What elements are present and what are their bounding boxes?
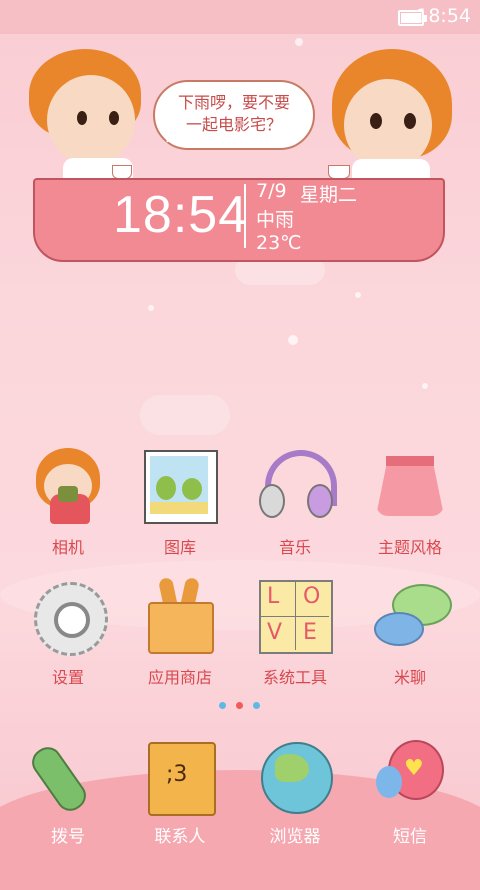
gallery-picture-icon	[142, 448, 218, 524]
sparkle-dot	[148, 305, 154, 311]
app-settings[interactable]: 设置	[13, 578, 123, 688]
camera-girl-icon	[30, 448, 106, 524]
status-time: 18:54	[416, 5, 471, 27]
app-theme[interactable]: 主题风格	[355, 448, 465, 558]
dock-label: 拨号	[51, 827, 85, 847]
girl-illustration	[330, 45, 455, 185]
notebook-icon: ;3	[142, 740, 218, 816]
widget-weather: 中雨	[256, 209, 295, 231]
phone-icon	[26, 740, 106, 817]
cloud-decoration	[140, 395, 230, 435]
widget-clock[interactable]: 18:54	[113, 185, 248, 245]
boy-illustration	[25, 45, 145, 185]
widget-temperature: 23℃	[256, 232, 302, 254]
page-indicator-dot[interactable]	[253, 702, 260, 709]
love-tiles-icon: L O V E	[257, 578, 333, 654]
app-label: 主题风格	[377, 538, 442, 557]
app-system-tools[interactable]: L O V E 系统工具	[240, 578, 350, 688]
app-label: 系统工具	[262, 668, 327, 687]
speech-bubble: 下雨啰，要不要 一起电影宅？	[153, 80, 315, 150]
widget-divider	[244, 184, 246, 248]
sparkle-dot	[422, 383, 428, 389]
skirt-icon	[372, 448, 448, 524]
dock-messages[interactable]: ♥ 短信	[355, 740, 465, 847]
dock-label: 浏览器	[269, 827, 321, 847]
app-store[interactable]: 应用商店	[125, 576, 235, 688]
page-indicator-dot[interactable]	[219, 702, 226, 709]
dock-label: 短信	[393, 827, 427, 847]
heart-balloon-icon: ♥	[372, 740, 448, 816]
status-bar: 18:54	[0, 0, 480, 34]
dock-browser[interactable]: 浏览器	[240, 740, 350, 847]
sparkle-dot	[288, 335, 298, 345]
app-label: 图库	[163, 538, 196, 557]
page-indicator-dot-active[interactable]	[236, 702, 243, 709]
tea-cup-icon	[328, 165, 350, 179]
chat-bubbles-icon	[372, 578, 452, 654]
dock-phone[interactable]: 拨号	[13, 740, 123, 847]
widget-weekday: 星期二	[300, 184, 358, 206]
app-label: 米聊	[393, 668, 426, 687]
app-label: 相机	[51, 538, 84, 557]
app-camera[interactable]: 相机	[13, 448, 123, 558]
app-gallery[interactable]: 图库	[125, 448, 235, 558]
speech-text: 下雨啰，要不要 一起电影宅？	[177, 93, 290, 134]
dock-contacts[interactable]: ;3 联系人	[125, 740, 235, 847]
tea-cup-icon	[112, 165, 132, 179]
widget-date: 7/9	[256, 180, 287, 202]
dock-label: 联系人	[154, 827, 206, 847]
gear-icon	[30, 578, 108, 656]
globe-icon	[257, 740, 333, 816]
app-label: 应用商店	[147, 668, 212, 687]
sparkle-dot	[355, 292, 361, 298]
app-label: 设置	[51, 668, 84, 687]
headphones-icon	[257, 448, 337, 524]
shopping-bag-icon	[142, 576, 218, 654]
app-label: 音乐	[278, 538, 311, 557]
app-miliao[interactable]: 米聊	[355, 578, 465, 688]
app-music[interactable]: 音乐	[240, 448, 350, 558]
